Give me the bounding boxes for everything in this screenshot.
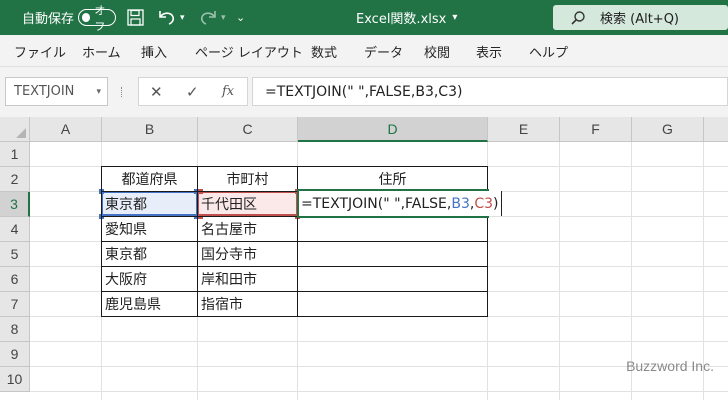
enter-icon[interactable]: ✓ bbox=[186, 77, 199, 106]
title-bar: 自動保存 オフ ▾ ▾ ⌄ Excel関数.xlsx ▾ 検索 (Alt+Q) bbox=[0, 0, 728, 35]
cell-c4[interactable]: 名古屋市 bbox=[198, 216, 297, 241]
cell-b7[interactable]: 鹿児島県 bbox=[102, 291, 197, 316]
edit-ref-c3: C3 bbox=[474, 195, 493, 212]
search-icon bbox=[571, 10, 585, 25]
filename: Excel関数.xlsx bbox=[356, 12, 447, 27]
tab-data[interactable]: データ bbox=[364, 35, 403, 67]
row-header-7[interactable]: 7 bbox=[0, 292, 30, 317]
row-header-5[interactable]: 5 bbox=[0, 242, 30, 267]
tab-file[interactable]: ファイル bbox=[14, 35, 66, 67]
cell-c6[interactable]: 岸和田市 bbox=[198, 266, 297, 291]
cell-c2[interactable]: 市町村 bbox=[198, 166, 297, 191]
select-all-icon bbox=[16, 128, 26, 138]
edit-formula-prefix: =TEXTJOIN(" ",FALSE, bbox=[301, 195, 452, 212]
row-header-3[interactable]: 3 bbox=[0, 192, 30, 217]
cell-c5[interactable]: 国分寺市 bbox=[198, 241, 297, 266]
undo-icon[interactable] bbox=[157, 8, 177, 26]
tab-view[interactable]: 表示 bbox=[476, 35, 502, 67]
select-all-corner[interactable] bbox=[0, 117, 30, 142]
column-header-b[interactable]: B bbox=[102, 117, 198, 142]
search-text: 検索 (Alt+Q) bbox=[600, 12, 680, 27]
customize-qat-icon[interactable]: ⌄ bbox=[236, 0, 245, 35]
redo-icon[interactable] bbox=[198, 8, 218, 26]
filename-caret-icon: ▾ bbox=[452, 12, 458, 23]
ribbon-tabs: ファイル ホーム 挿入 ページ レイアウト 数式 データ 校閲 表示 ヘルプ bbox=[0, 35, 728, 67]
autosave-label: 自動保存 bbox=[22, 12, 75, 27]
tab-insert[interactable]: 挿入 bbox=[141, 35, 167, 67]
cancel-icon[interactable]: ✕ bbox=[150, 77, 163, 106]
tab-home[interactable]: ホーム bbox=[82, 35, 121, 67]
row-header-9[interactable]: 9 bbox=[0, 342, 30, 367]
cell-b5[interactable]: 東京都 bbox=[102, 241, 197, 266]
autosave-toggle[interactable]: オフ bbox=[78, 4, 116, 33]
column-header-f[interactable]: F bbox=[560, 117, 632, 142]
cell-b6[interactable]: 大阪府 bbox=[102, 266, 197, 291]
row-header-10[interactable]: 10 bbox=[0, 367, 30, 392]
cell-d3-edit[interactable]: =TEXTJOIN(" ",FALSE, B3 , C3 ) bbox=[299, 191, 503, 216]
column-header-e[interactable]: E bbox=[488, 117, 560, 142]
column-header-c[interactable]: C bbox=[198, 117, 298, 142]
autosave-state: オフ bbox=[94, 3, 106, 33]
tab-help[interactable]: ヘルプ bbox=[529, 35, 568, 67]
row-header-6[interactable]: 6 bbox=[0, 267, 30, 292]
tab-formulas[interactable]: 数式 bbox=[311, 35, 337, 67]
cell-b4[interactable]: 愛知県 bbox=[102, 216, 197, 241]
insert-function-icon[interactable]: fx bbox=[222, 77, 234, 106]
edit-formula-suffix: ) bbox=[493, 195, 499, 212]
column-header-g[interactable]: G bbox=[632, 117, 704, 142]
name-box[interactable]: TEXTJOIN ▾ bbox=[5, 77, 108, 106]
undo-dropdown-icon[interactable]: ▾ bbox=[180, 0, 185, 35]
name-box-value: TEXTJOIN bbox=[14, 84, 75, 99]
row-header-1[interactable]: 1 bbox=[0, 142, 30, 167]
redo-dropdown-icon[interactable]: ▾ bbox=[221, 0, 226, 35]
formula-bar: TEXTJOIN ▾ ✕ ✓ fx =TEXTJOIN(" ",FALSE,B3… bbox=[0, 67, 728, 117]
toggle-knob bbox=[82, 13, 91, 22]
tab-review[interactable]: 校閲 bbox=[424, 35, 450, 67]
column-header-h[interactable] bbox=[704, 117, 728, 142]
cell-c3[interactable]: 千代田区 bbox=[198, 191, 297, 216]
column-header-a[interactable]: A bbox=[30, 117, 102, 142]
cell-b2[interactable]: 都道府県 bbox=[102, 166, 197, 191]
row-header-2[interactable]: 2 bbox=[0, 167, 30, 192]
document-title[interactable]: Excel関数.xlsx ▾ bbox=[356, 0, 457, 35]
cell-d2[interactable]: 住所 bbox=[298, 166, 487, 191]
row-header-4[interactable]: 4 bbox=[0, 217, 30, 242]
search-box[interactable]: 検索 (Alt+Q) bbox=[553, 5, 728, 30]
edit-ref-b3: B3 bbox=[451, 195, 470, 212]
column-header-d[interactable]: D bbox=[298, 117, 488, 142]
watermark: Buzzword Inc. bbox=[626, 358, 714, 374]
row-header-8[interactable]: 8 bbox=[0, 317, 30, 342]
save-icon[interactable] bbox=[127, 9, 144, 26]
tab-page-layout[interactable]: ページ レイアウト bbox=[195, 35, 303, 67]
cell-b3[interactable]: 東京都 bbox=[102, 191, 197, 216]
formula-bar-separator bbox=[121, 87, 124, 97]
cell-c7[interactable]: 指宿市 bbox=[198, 291, 297, 316]
name-box-dropdown-icon[interactable]: ▾ bbox=[96, 87, 101, 97]
formula-input[interactable]: =TEXTJOIN(" ",FALSE,B3,C3) bbox=[252, 77, 728, 106]
